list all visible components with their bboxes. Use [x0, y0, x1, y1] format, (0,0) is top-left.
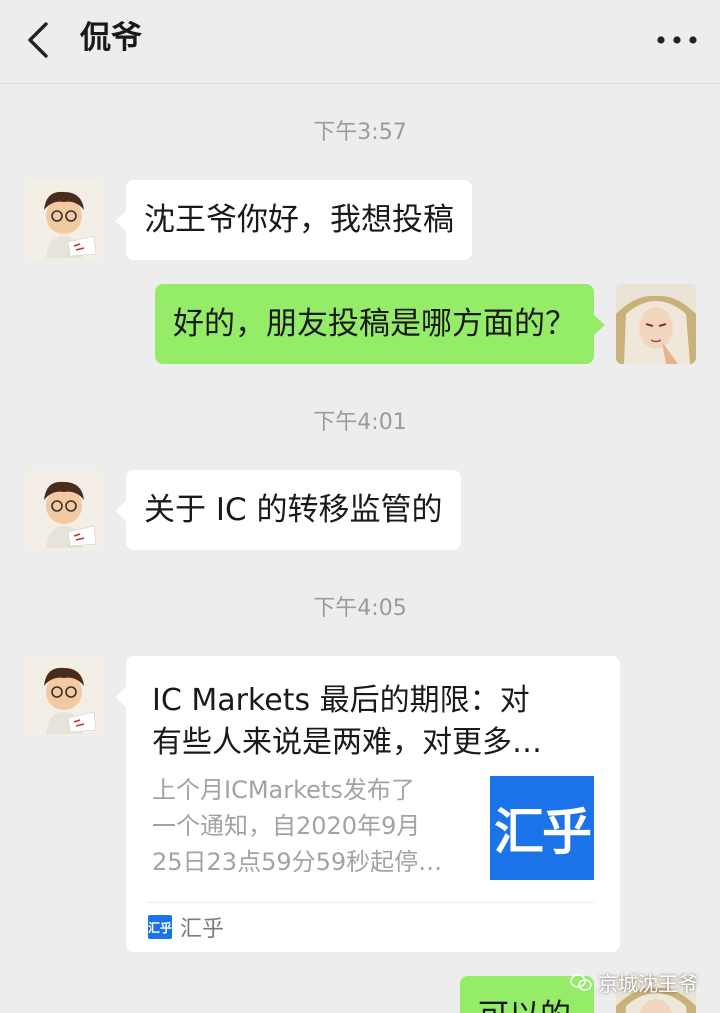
cartoon-avatar-icon: [24, 470, 104, 550]
article-title-line: IC Markets 最后的期限：对: [152, 683, 530, 718]
article-description-line: 一个通知，自2020年9月: [152, 812, 421, 840]
article-title: IC Markets 最后的期限：对 有些人来说是两难，对更多…: [152, 680, 598, 764]
more-options-button[interactable]: [654, 20, 700, 60]
message-bubble-outgoing[interactable]: 好的，朋友投稿是哪方面的？: [155, 284, 605, 364]
wechat-logo-icon: [570, 973, 592, 991]
contact-avatar[interactable]: [24, 180, 104, 260]
article-thumbnail-logo: 汇乎: [490, 776, 594, 880]
cartoon-avatar-icon: [24, 656, 104, 736]
contact-avatar[interactable]: [24, 470, 104, 550]
article-description-line: 25日23点59分59秒起停…: [152, 848, 443, 876]
top-bar: 侃爷: [0, 0, 720, 84]
contact-avatar[interactable]: [24, 656, 104, 736]
message-bubble-incoming[interactable]: 沈王爷你好，我想投稿: [115, 180, 472, 260]
watermark-text: 京城沈王爷: [598, 972, 698, 996]
watermark: 京城沈王爷: [570, 968, 698, 997]
message-timestamp: 下午4:01: [313, 410, 407, 435]
message-timestamp: 下午3:57: [313, 120, 407, 145]
chevron-left-icon: [28, 22, 48, 58]
more-dots-icon: [657, 36, 697, 44]
my-avatar[interactable]: [616, 284, 696, 364]
anime-avatar-icon: [616, 284, 696, 364]
source-logo-icon: 汇乎: [148, 915, 172, 939]
back-button[interactable]: [18, 18, 62, 62]
article-description-line: 上个月ICMarkets发布了: [152, 776, 415, 804]
article-title-line: 有些人来说是两难，对更多…: [152, 725, 542, 760]
card-divider: [146, 902, 594, 903]
chat-title: 侃爷: [80, 20, 142, 56]
article-description: 上个月ICMarkets发布了 一个通知，自2020年9月 25日23点59分5…: [152, 772, 472, 880]
source-label: 汇乎: [180, 917, 225, 942]
message-timestamp: 下午4:05: [313, 596, 407, 621]
shared-article-card[interactable]: IC Markets 最后的期限：对 有些人来说是两难，对更多… 上个月ICMa…: [115, 656, 620, 952]
cartoon-avatar-icon: [24, 180, 104, 260]
message-bubble-incoming[interactable]: 关于 IC 的转移监管的: [115, 470, 461, 550]
article-source: 汇乎 汇乎: [148, 912, 224, 942]
